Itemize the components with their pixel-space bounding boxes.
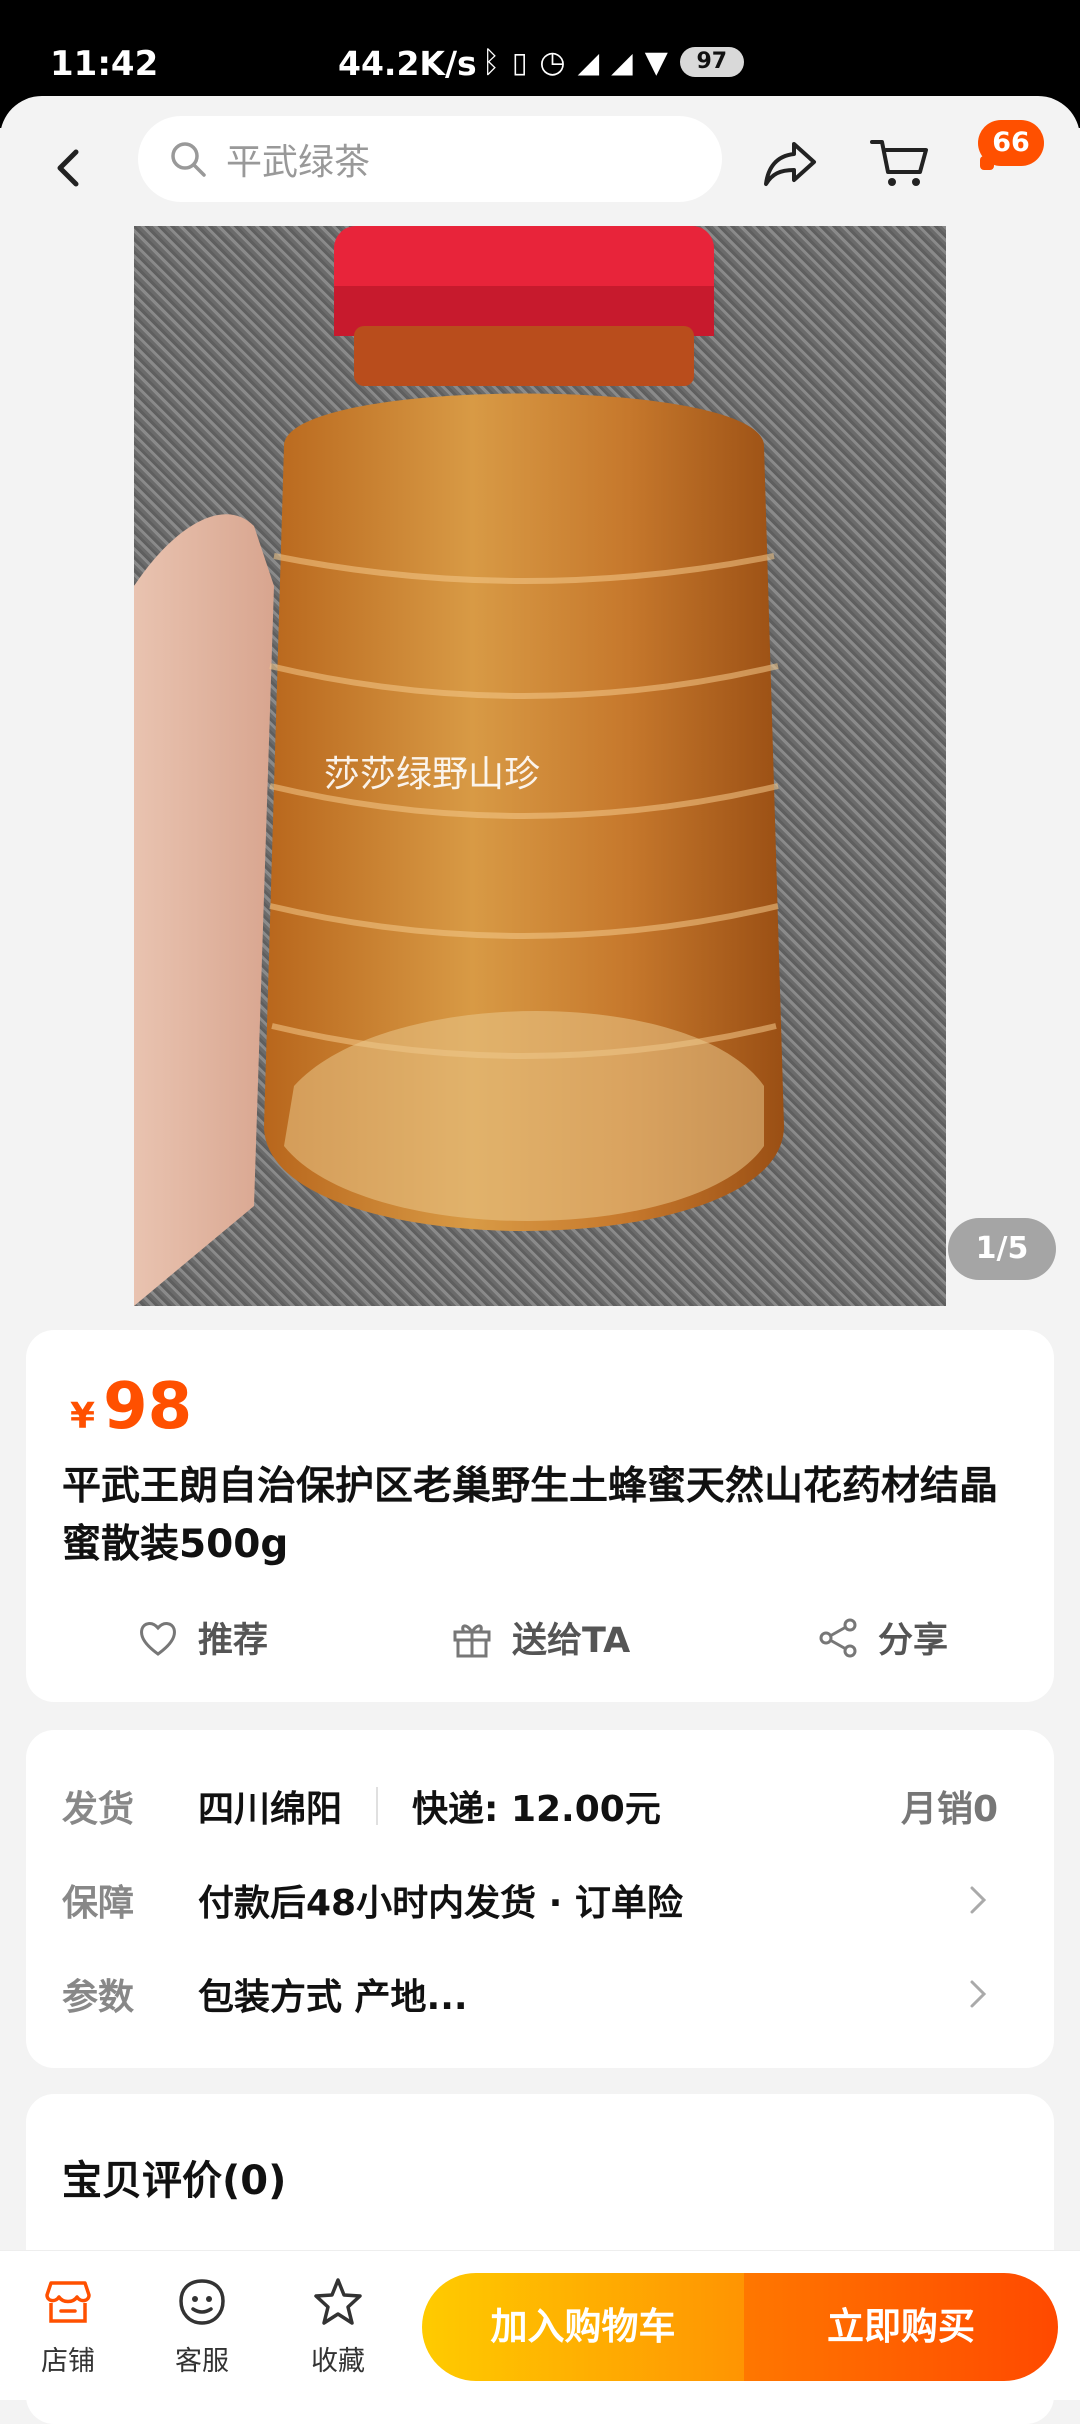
tab-store[interactable]: 店铺 — [16, 2275, 120, 2378]
share-arrow-icon — [764, 142, 816, 186]
vibrate-icon: ▯ — [512, 45, 528, 79]
price: ¥ 98 — [70, 1370, 192, 1444]
shipping-origin: 四川绵阳 — [198, 1789, 343, 1830]
star-icon — [314, 2278, 362, 2325]
wifi-icon: ▼ — [644, 44, 668, 80]
gift-button[interactable]: 送给TA — [450, 1612, 630, 1663]
back-button[interactable] — [40, 138, 100, 198]
message-badge[interactable]: 66 — [978, 120, 1044, 166]
chevron-right-icon — [970, 1980, 987, 2008]
customer-service-icon — [179, 2279, 225, 2325]
battery-icon: 97 — [679, 47, 744, 77]
signal-hd-2-icon: ◢ — [611, 45, 633, 79]
price-value: 98 — [103, 1370, 193, 1444]
product-image[interactable]: 莎莎绿野山珍 — [134, 226, 946, 1306]
tab-customer-service[interactable]: 客服 — [150, 2275, 254, 2378]
params-value: 包装方式 产地... — [198, 1977, 468, 2018]
product-title: 平武王朗自治保护区老巢野生土蜂蜜天然山花药材结晶蜜散装500g — [62, 1464, 999, 1567]
gift-icon — [453, 1624, 491, 1657]
signal-hd-icon: ◢ — [577, 45, 600, 79]
share-button[interactable] — [758, 132, 822, 192]
bottom-bar: 店铺 客服 收藏 加入购物车 立即购买 — [0, 2250, 1080, 2400]
cart-button[interactable] — [868, 132, 932, 192]
params-row[interactable]: 参数 包装方式 产地... — [62, 1964, 1022, 2024]
top-nav: 平武绿茶 66 — [0, 96, 1080, 226]
share-icon — [819, 1618, 857, 1657]
search-placeholder: 平武绿茶 — [226, 142, 371, 183]
network-speed: 44.2K/s — [338, 44, 477, 83]
recommend-button[interactable]: 推荐 — [136, 1612, 268, 1663]
image-watermark: 莎莎绿野山珍 — [324, 754, 540, 795]
tab-customer-service-label: 客服 — [175, 2346, 229, 2377]
alarm-icon: ◷ — [539, 44, 566, 80]
status-icons: ᛒ ▯ ◷ ◢ ◢ ▼ 97 — [482, 40, 744, 84]
action-row: 推荐 送给TA 分享 — [26, 1612, 1054, 1672]
reviews-title: 宝贝评价(0) — [62, 2158, 287, 2204]
share-action-button[interactable]: 分享 — [816, 1612, 948, 1663]
heart-icon — [140, 1621, 176, 1656]
store-icon — [45, 2281, 91, 2323]
recommend-label: 推荐 — [198, 1621, 269, 1661]
guarantee-label: 保障 — [62, 1883, 135, 1924]
info-card: 发货 四川绵阳 快递: 12.00元 月销0 保障 付款后48小时内发货 · 订… — [26, 1730, 1054, 2068]
bluetooth-icon: ᛒ — [482, 44, 500, 80]
search-input[interactable]: 平武绿茶 — [138, 116, 722, 202]
cart-icon — [870, 140, 928, 186]
share-label: 分享 — [878, 1621, 949, 1661]
currency-symbol: ¥ — [70, 1396, 96, 1437]
shipping-row: 发货 四川绵阳 快递: 12.00元 月销0 — [62, 1776, 1022, 1836]
shipping-label: 发货 — [62, 1789, 135, 1830]
search-icon — [171, 142, 206, 177]
params-label: 参数 — [62, 1977, 135, 2018]
honey-jar-photo: 莎莎绿野山珍 — [134, 226, 784, 1306]
chevron-left-icon — [57, 149, 79, 187]
add-to-cart-button[interactable]: 加入购物车 — [422, 2273, 744, 2381]
monthly-sales: 月销0 — [900, 1789, 998, 1830]
chevron-right-icon — [970, 1886, 987, 1914]
gift-label: 送给TA — [512, 1621, 631, 1661]
tab-store-label: 店铺 — [41, 2346, 95, 2377]
tab-favorite-label: 收藏 — [311, 2346, 365, 2377]
price-card: ¥ 98 平武王朗自治保护区老巢野生土蜂蜜天然山花药材结晶蜜散装500g 推荐 … — [26, 1330, 1054, 1702]
buy-now-button[interactable]: 立即购买 — [744, 2273, 1058, 2381]
tab-favorite[interactable]: 收藏 — [286, 2275, 390, 2378]
shipping-fee: 快递: 12.00元 — [412, 1789, 661, 1830]
status-time: 11:42 — [50, 44, 159, 84]
guarantee-value: 付款后48小时内发货 · 订单险 — [198, 1883, 683, 1924]
guarantee-row[interactable]: 保障 付款后48小时内发货 · 订单险 — [62, 1870, 1022, 1930]
gallery-counter: 1/5 — [948, 1218, 1056, 1280]
divider — [376, 1787, 379, 1825]
